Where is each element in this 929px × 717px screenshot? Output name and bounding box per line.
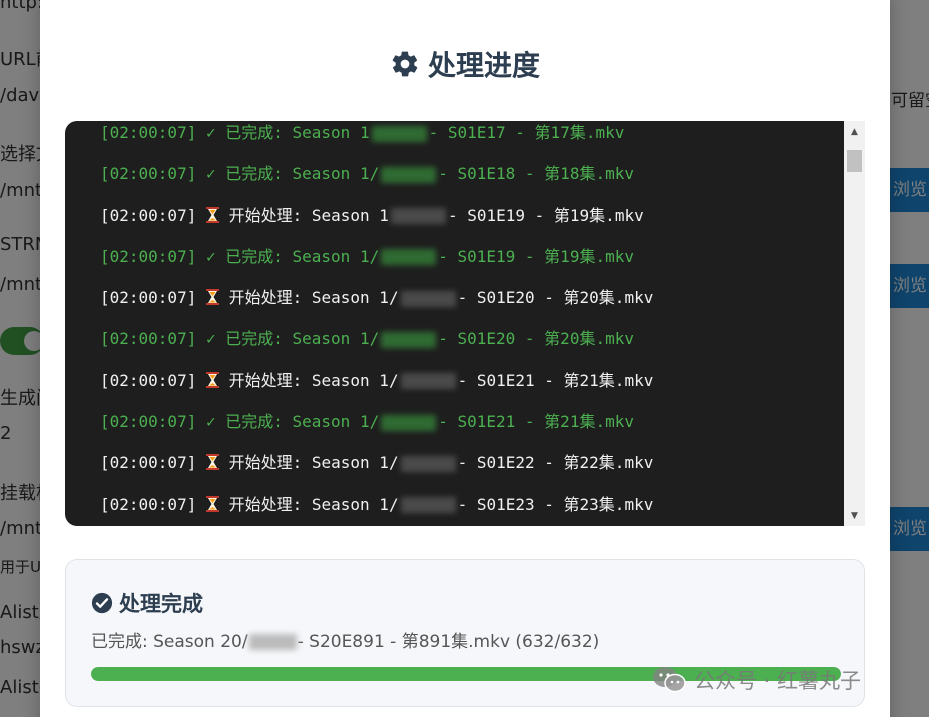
log-timestamp: [02:00:07] — [100, 329, 197, 349]
log-line: [02:00:07] ✓ 已完成: Season 1/ - S01E18 - 第1… — [100, 153, 840, 194]
log-message: 已完成: Season 1/ — [225, 164, 380, 184]
log-filename: - S01E22 - 第22集.mkv — [457, 453, 654, 473]
status-detail-prefix: 已完成: Season 20/ — [91, 632, 248, 652]
redacted-blur — [248, 634, 297, 650]
log-filename: - S01E21 - 第21集.mkv — [438, 412, 634, 432]
log-scrollbar[interactable]: ▲ ▼ — [844, 121, 865, 526]
log-filename: - S01E21 - 第21集.mkv — [457, 370, 654, 390]
log-line: [02:00:07] 开始处理: Season 1/ - S01E23 - 第23… — [100, 484, 840, 525]
log-line: [02:00:07] 开始处理: Season 1 - S01E19 - 第19集… — [100, 195, 840, 236]
log-line: [02:00:07] ✓ 已完成: Season 1/ - S01E21 - 第2… — [100, 401, 840, 442]
hourglass-icon — [205, 289, 219, 306]
modal-title-text: 处理进度 — [427, 49, 540, 82]
redacted-blur — [381, 414, 437, 431]
redacted-blur — [381, 331, 437, 348]
gear-icon — [392, 51, 418, 77]
hourglass-icon — [205, 495, 219, 512]
log-timestamp: [02:00:07] — [100, 288, 197, 308]
log-line: [02:00:07] ✓ 已完成: Season 1/ - S01E20 - 第2… — [100, 318, 840, 359]
watermark: 公众号 · 红薯丸子 — [652, 665, 861, 695]
log-timestamp: [02:00:07] — [100, 123, 197, 142]
log-filename: - S01E19 - 第19集.mkv — [447, 205, 644, 225]
log-line: [02:00:07] 开始处理: Season 1/ - S01E22 - 第22… — [100, 442, 840, 483]
log-filename: - S01E23 - 第23集.mkv — [457, 494, 654, 514]
log-filename: - S01E20 - 第20集.mkv — [438, 329, 634, 349]
scroll-down-arrow-icon[interactable]: ▼ — [844, 507, 865, 524]
log-message: 开始处理: Season 1/ — [228, 494, 399, 514]
log-timestamp: [02:00:07] — [100, 246, 197, 266]
redacted-blur — [400, 497, 456, 514]
log-message: 开始处理: Season 1/ — [228, 453, 399, 473]
scroll-up-arrow-icon[interactable]: ▲ — [844, 123, 865, 140]
log-console[interactable]: [02:00:07] ✓ 已完成: Season 1 - S01E17 - 第17… — [65, 121, 865, 526]
progress-modal: 处理进度 [02:00:07] ✓ 已完成: Season 1 - S01E17 … — [40, 0, 890, 717]
log-line: [02:00:07] 开始处理: Season 1/ - S01E20 - 第20… — [100, 277, 840, 318]
checkmark-icon: ✓ — [205, 412, 216, 432]
wechat-icon — [653, 667, 686, 693]
redacted-blur — [381, 166, 437, 183]
log-filename: - S01E18 - 第18集.mkv — [438, 164, 634, 184]
redacted-blur — [400, 290, 456, 307]
status-detail-suffix: - S20E891 - 第891集.mkv (632/632) — [297, 632, 600, 652]
log-timestamp: [02:00:07] — [100, 370, 197, 390]
hourglass-icon — [205, 371, 219, 388]
checkmark-icon: ✓ — [205, 164, 216, 184]
hourglass-icon — [205, 454, 219, 471]
log-message: 开始处理: Season 1 — [228, 205, 389, 225]
log-timestamp: [02:00:07] — [100, 164, 197, 184]
watermark-text: 公众号 · 红薯丸子 — [694, 669, 862, 693]
check-circle-icon — [91, 592, 113, 614]
log-filename: - S01E20 - 第20集.mkv — [457, 288, 654, 308]
log-message: 已完成: Season 1/ — [225, 412, 380, 432]
log-timestamp: [02:00:07] — [100, 205, 197, 225]
log-line: [02:00:07] 开始处理: Season 1/ - S01E21 - 第21… — [100, 360, 840, 401]
redacted-blur — [390, 208, 446, 225]
log-timestamp: [02:00:07] — [100, 453, 197, 473]
log-message: 已完成: Season 1/ — [225, 329, 380, 349]
log-line: [02:00:07] ✓ 已完成: Season 1/ - S01E19 - 第1… — [100, 236, 840, 277]
checkmark-icon: ✓ — [205, 246, 216, 266]
redacted-blur — [381, 249, 437, 266]
log-filename: - S01E19 - 第19集.mkv — [438, 246, 634, 266]
log-line: [02:00:07] ✓ 已完成: Season 1 - S01E17 - 第17… — [100, 121, 840, 153]
status-heading-text: 处理完成 — [119, 592, 203, 616]
status-detail: 已完成: Season 20/ - S20E891 - 第891集.mkv (63… — [91, 627, 599, 652]
modal-title: 处理进度 — [40, 44, 890, 84]
log-timestamp: [02:00:07] — [100, 494, 197, 514]
log-timestamp: [02:00:07] — [100, 412, 197, 432]
log-message: 开始处理: Season 1/ — [228, 370, 399, 390]
redacted-blur — [400, 455, 456, 472]
log-filename: - S01E17 - 第17集.mkv — [428, 123, 625, 142]
redacted-blur — [400, 373, 456, 390]
status-heading: 处理完成 — [91, 588, 203, 618]
log-message: 已完成: Season 1 — [225, 123, 370, 142]
hourglass-icon — [205, 206, 219, 223]
redacted-blur — [371, 125, 427, 142]
checkmark-icon: ✓ — [205, 329, 216, 349]
scroll-thumb[interactable] — [847, 150, 862, 172]
log-lines: [02:00:07] ✓ 已完成: Season 1 - S01E17 - 第17… — [100, 121, 840, 525]
log-message: 已完成: Season 1/ — [225, 246, 380, 266]
log-message: 开始处理: Season 1/ — [228, 288, 399, 308]
checkmark-icon: ✓ — [205, 123, 216, 142]
